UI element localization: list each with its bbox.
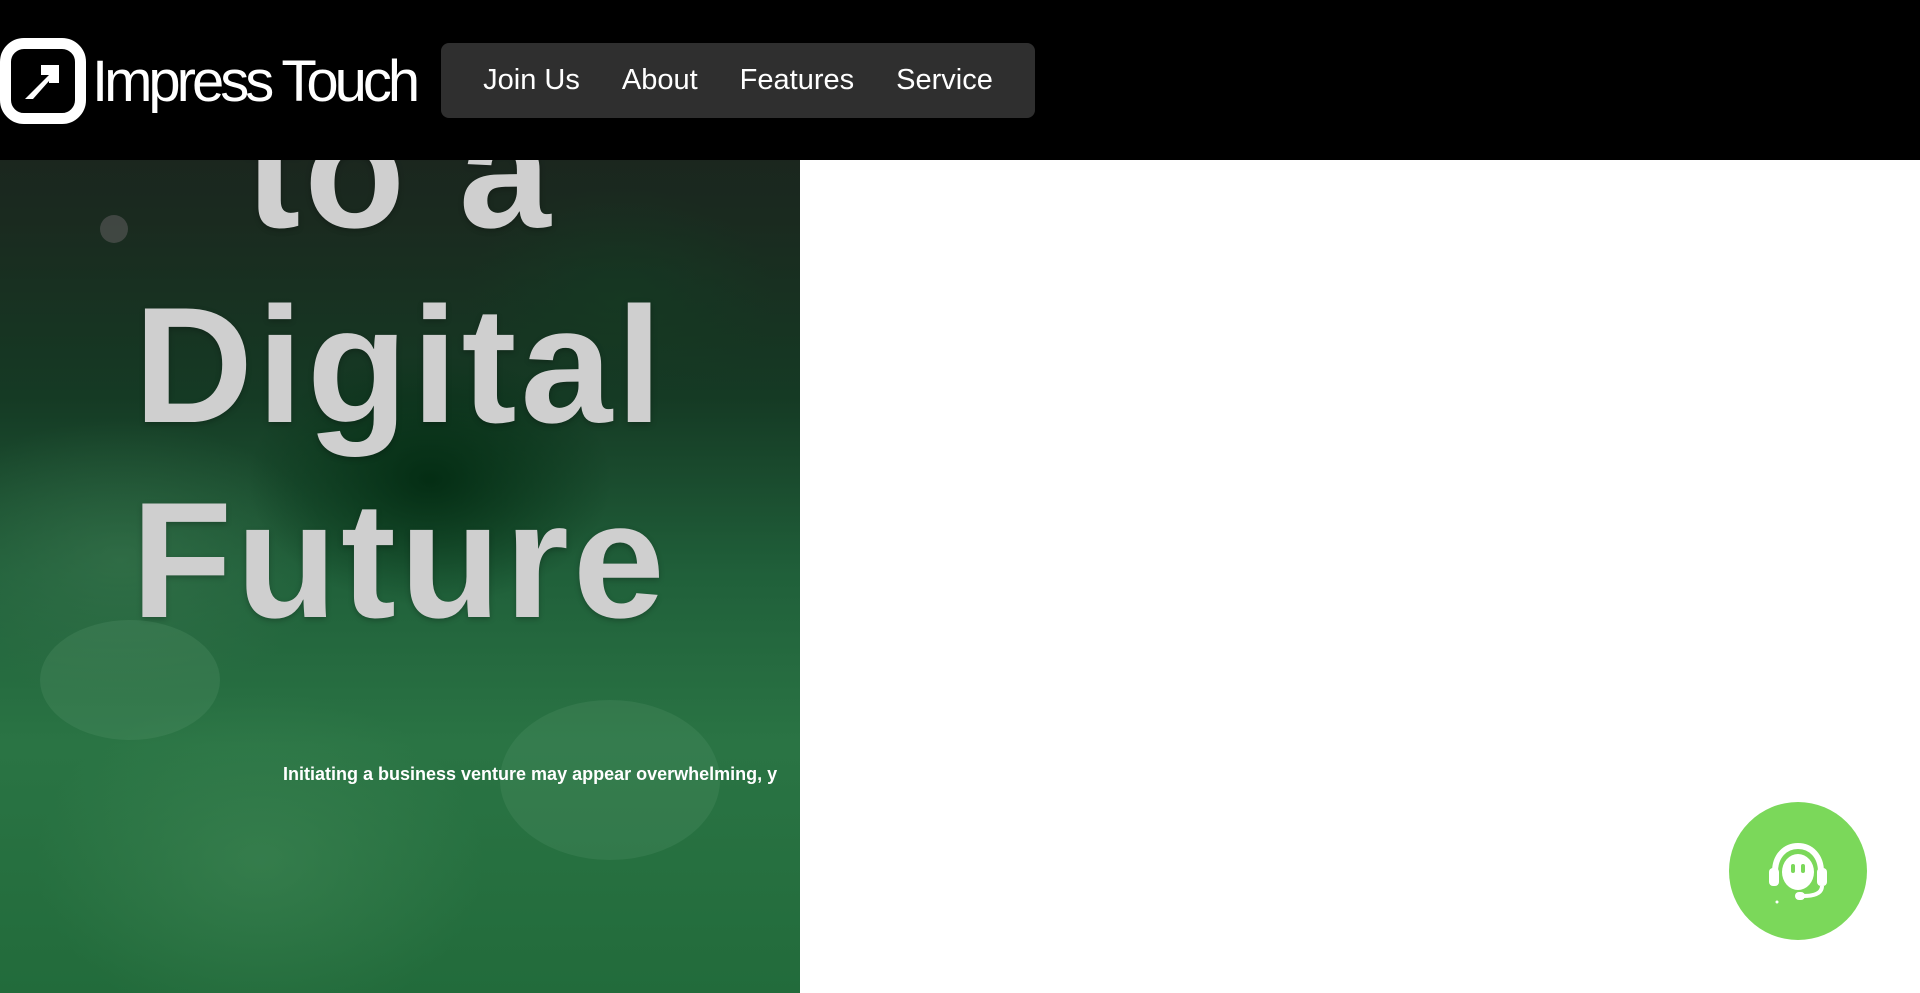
nav-link-features[interactable]: Features [740, 64, 854, 97]
arrow-logo-icon [0, 38, 86, 124]
nav-link-service[interactable]: Service [896, 64, 993, 97]
nav-link-join-us[interactable]: Join Us [483, 64, 580, 97]
hero-headline-line-2: Digital [133, 273, 667, 457]
brand-logo[interactable]: Impress Touch [0, 38, 420, 124]
headset-icon [1769, 842, 1827, 904]
hero-headline-line-3: Future [131, 468, 669, 652]
nav-link-about[interactable]: About [622, 64, 698, 97]
brand-name: Impress Touch [92, 48, 420, 114]
main-nav: Join Us About Features Service [441, 43, 1035, 118]
top-navigation-bar: Impress Touch Join Us About Features Ser… [0, 0, 1920, 160]
support-chat-button[interactable] [1729, 802, 1867, 940]
hero-subtext: Initiating a business venture may appear… [283, 764, 778, 784]
